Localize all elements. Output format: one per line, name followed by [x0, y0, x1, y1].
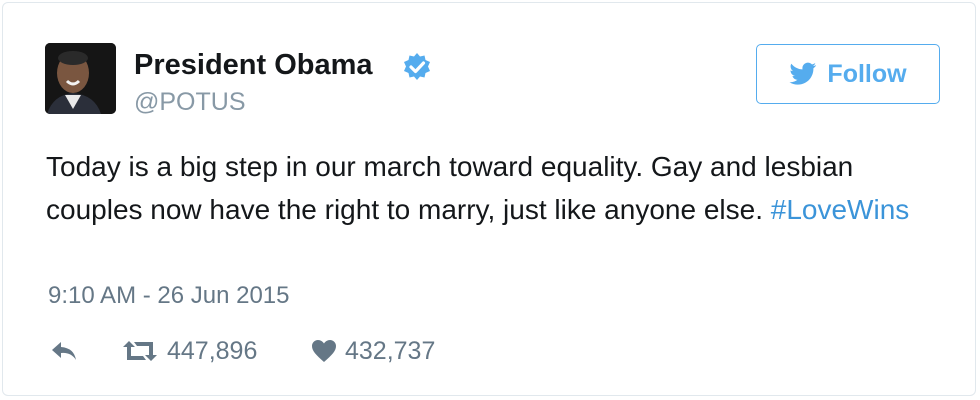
retweet-button[interactable]: 447,896: [121, 334, 257, 368]
tweet-text: Today is a big step in our march toward …: [46, 145, 926, 231]
follow-label: Follow: [827, 59, 907, 88]
tweet-timestamp[interactable]: 9:10 AM - 26 Jun 2015: [48, 280, 290, 312]
retweet-icon: [123, 341, 157, 361]
user-avatar[interactable]: [45, 43, 116, 114]
like-button[interactable]: 432,737: [311, 334, 435, 368]
heart-icon: [312, 340, 336, 362]
user-handle[interactable]: @POTUS: [134, 87, 246, 117]
hashtag-link[interactable]: #LoveWins: [771, 194, 910, 225]
avatar-photo: [45, 43, 116, 114]
follow-button[interactable]: Follow: [756, 44, 940, 104]
twitter-bird-icon: [789, 62, 817, 85]
like-count: 432,737: [345, 337, 436, 365]
retweet-count: 447,896: [167, 337, 258, 365]
reply-icon: [52, 342, 76, 360]
reply-button[interactable]: [49, 334, 79, 368]
verified-badge-icon: [404, 53, 430, 80]
tweet-body: Today is a big step in our march toward …: [46, 151, 854, 225]
tweet-card: President Obama @POTUS Follow Today is a…: [2, 2, 976, 396]
display-name[interactable]: President Obama: [134, 47, 373, 83]
